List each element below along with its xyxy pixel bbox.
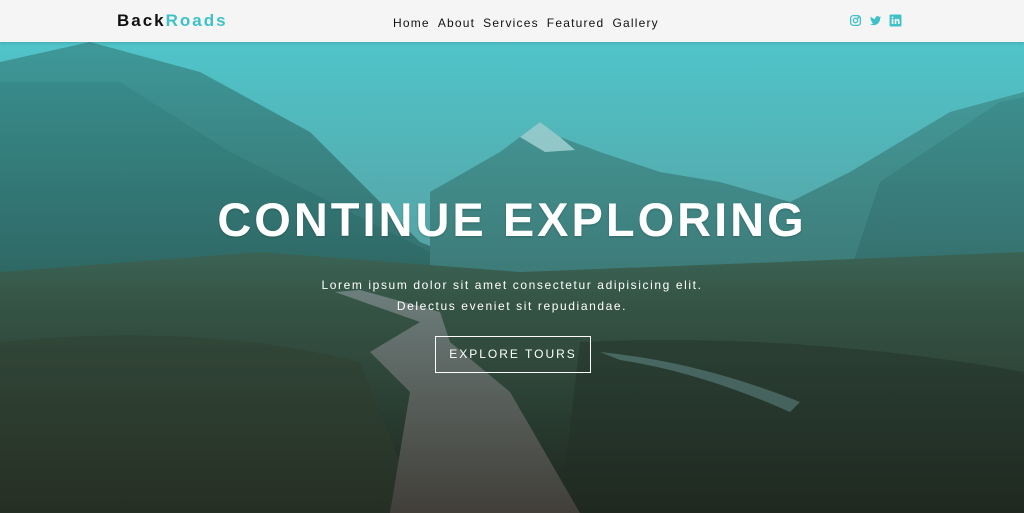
twitter-icon bbox=[870, 16, 882, 26]
explore-tours-button[interactable]: EXPLORE TOURS bbox=[435, 336, 591, 373]
hero-description-line1: Lorem ipsum dolor sit amet consectetur a… bbox=[321, 278, 703, 292]
nav-link-about[interactable]: About bbox=[438, 16, 475, 30]
hero-section: CONTINUE EXPLORING Lorem ipsum dolor sit… bbox=[0, 42, 1024, 513]
nav-item-services: Services bbox=[483, 14, 539, 32]
nav-item-about: About bbox=[438, 14, 475, 32]
nav-links: Home About Services Featured Gallery bbox=[393, 14, 659, 32]
linkedin-link[interactable] bbox=[889, 14, 902, 27]
linkedin-icon bbox=[889, 14, 902, 27]
nav-link-featured[interactable]: Featured bbox=[547, 16, 605, 30]
social-icons bbox=[849, 14, 902, 27]
logo-text-back: Back bbox=[117, 11, 166, 30]
navbar: BackRoads Home About Services Featured G… bbox=[0, 0, 1024, 42]
nav-item-featured: Featured bbox=[547, 14, 605, 32]
nav-link-gallery[interactable]: Gallery bbox=[612, 16, 658, 30]
twitter-link[interactable] bbox=[869, 14, 882, 27]
hero-description-line2: Delectus eveniet sit repudiandae. bbox=[396, 299, 628, 313]
logo[interactable]: BackRoads bbox=[117, 11, 228, 31]
instagram-icon bbox=[849, 14, 862, 27]
hero-title: CONTINUE EXPLORING bbox=[217, 193, 807, 246]
nav-item-home: Home bbox=[393, 14, 430, 32]
hero-description: Lorem ipsum dolor sit amet consectetur a… bbox=[0, 275, 1024, 317]
nav-link-services[interactable]: Services bbox=[483, 16, 539, 30]
logo-text-roads: Roads bbox=[165, 11, 228, 30]
nav-link-home[interactable]: Home bbox=[393, 16, 430, 30]
instagram-link[interactable] bbox=[849, 14, 862, 27]
nav-item-gallery: Gallery bbox=[612, 14, 658, 32]
